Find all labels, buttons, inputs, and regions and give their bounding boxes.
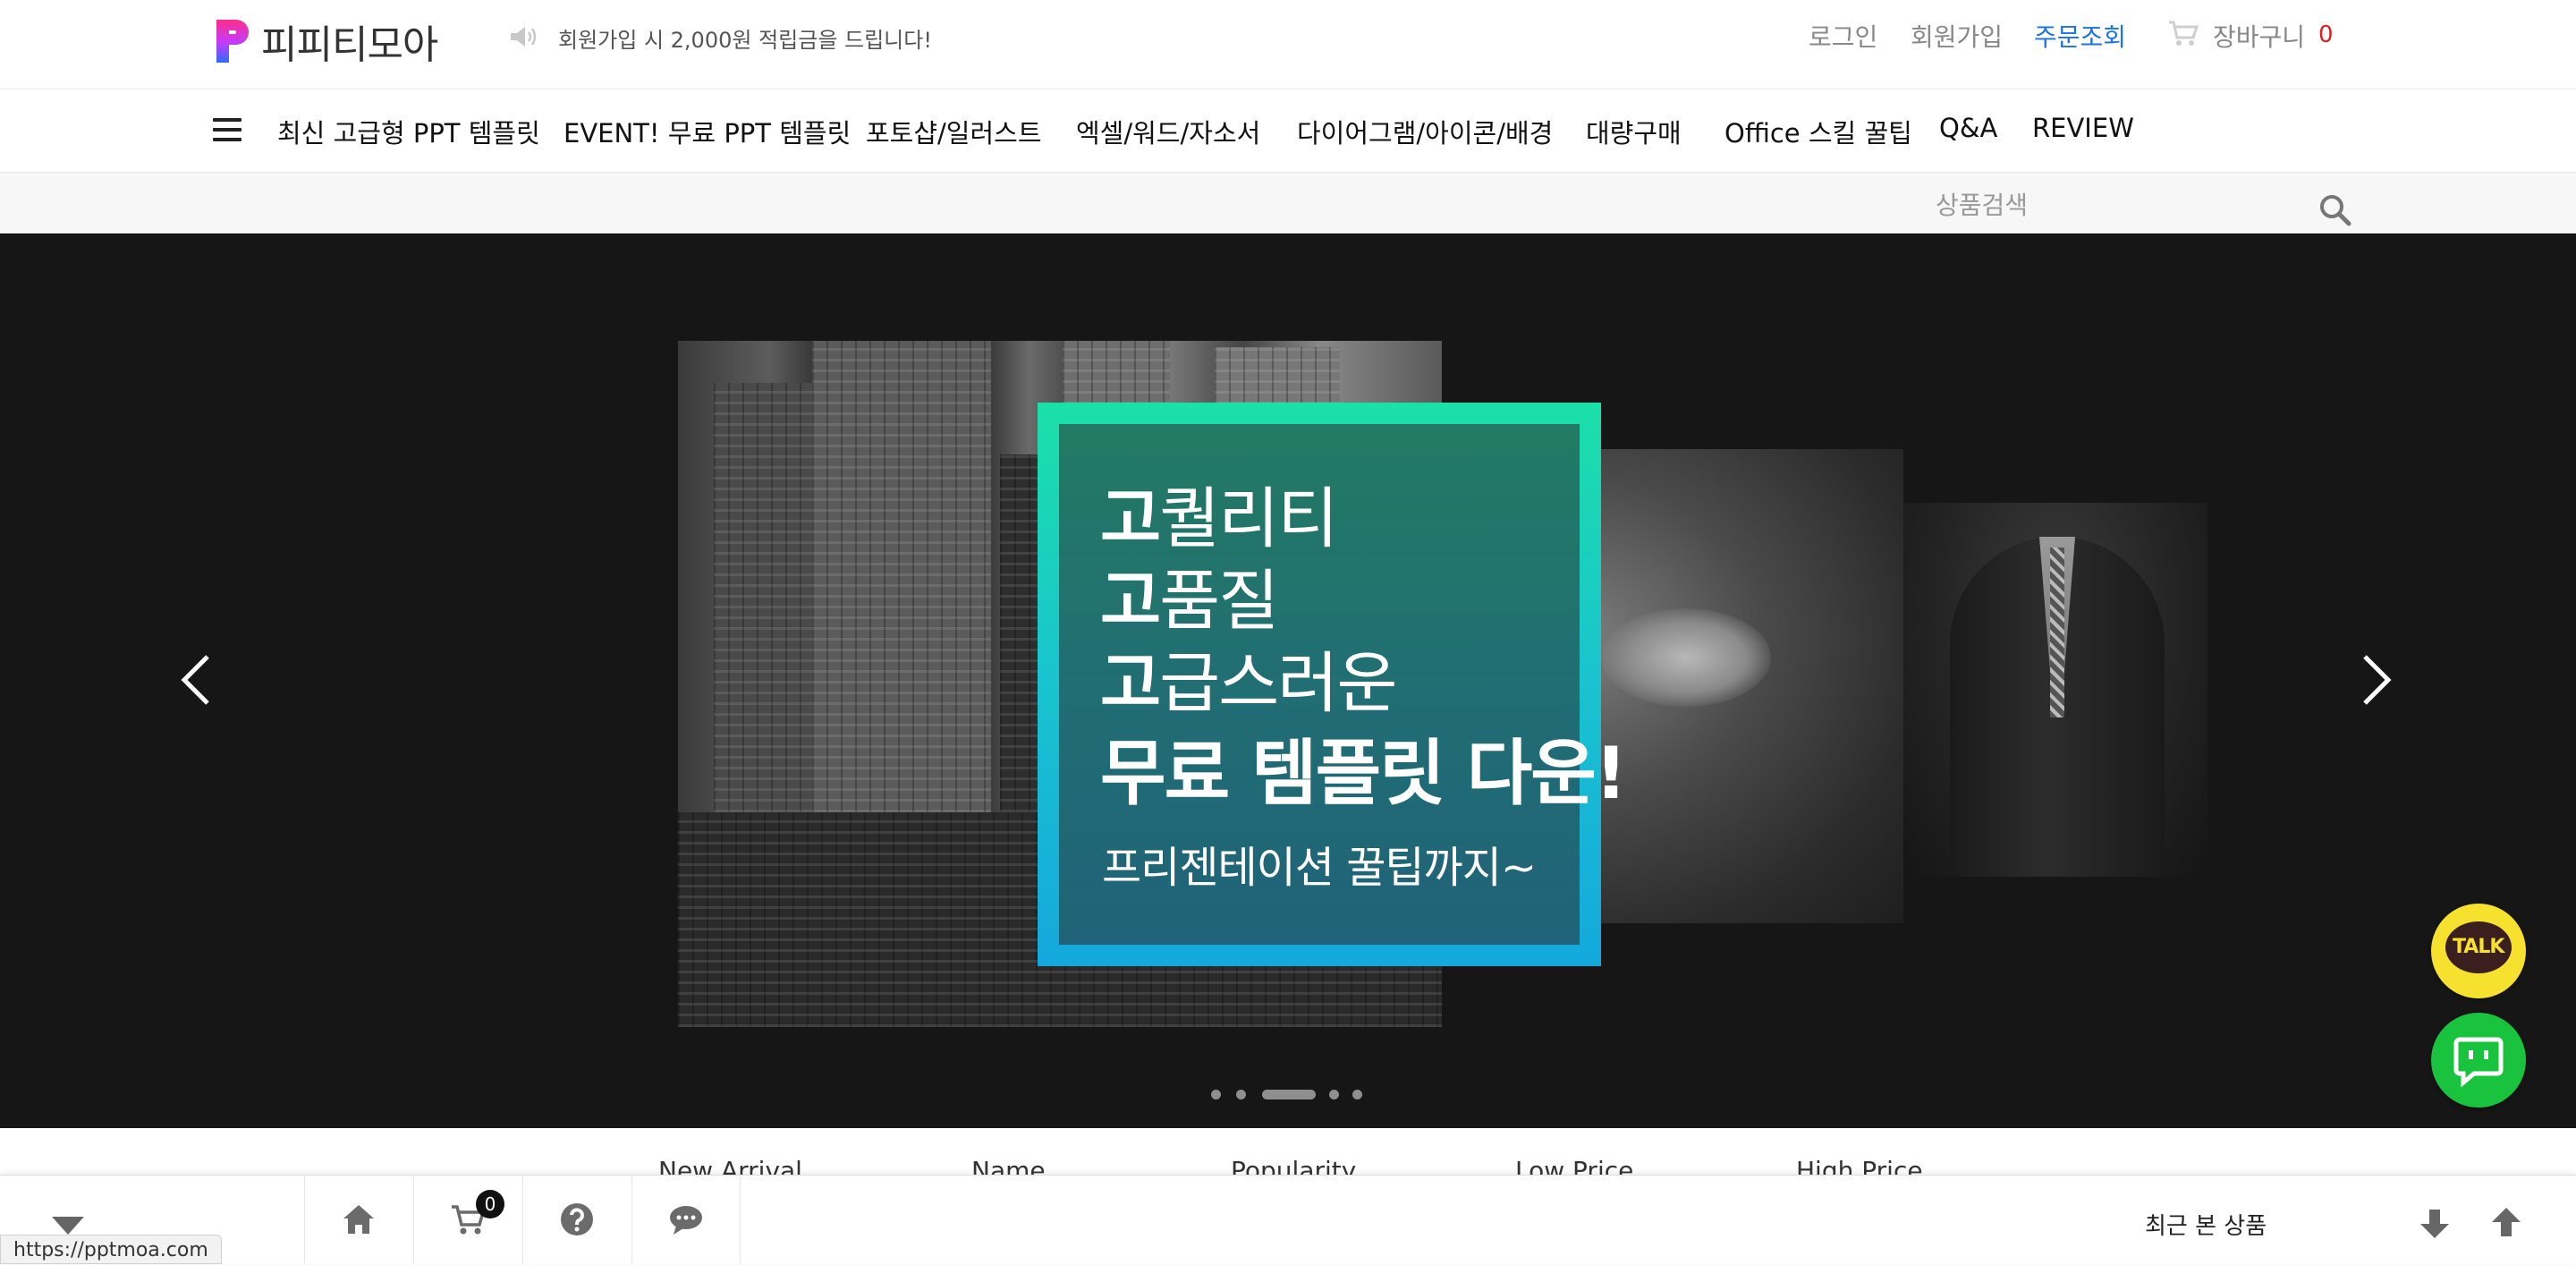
nav-item-premium-ppt[interactable]: 최신 고급형 PPT 템플릿 (277, 113, 540, 150)
next-slide-arrow-icon[interactable] (2360, 653, 2395, 707)
promo-headline: 무료 템플릿 다운! (1100, 732, 1627, 815)
nav-item-qna[interactable]: Q&A (1939, 113, 1997, 143)
bottom-home-button[interactable] (304, 1175, 413, 1264)
chatbot-icon (2453, 1037, 2504, 1088)
slide-dot-5[interactable] (1352, 1090, 1362, 1099)
handshake-hands (1601, 608, 1771, 707)
home-icon (343, 1205, 374, 1234)
nav-item-excel-word[interactable]: 엑셀/워드/자소서 (1076, 113, 1260, 150)
search-icon[interactable] (2318, 193, 2352, 227)
logo-icon[interactable] (215, 18, 250, 64)
help-icon (561, 1203, 593, 1235)
arrow-down-icon[interactable] (2417, 1206, 2453, 1242)
brand-name[interactable]: 피피티모아 (261, 13, 438, 70)
promo-line-2: 고품질 (1100, 563, 1279, 640)
cart-count-badge: 0 (2318, 21, 2334, 48)
signup-notice: 회원가입 시 2,000원 적립금을 드립니다! (558, 28, 932, 53)
nav-item-diagram-icon[interactable]: 다이어그램/아이콘/배경 (1297, 113, 1553, 150)
hamburger-menu-icon[interactable] (213, 118, 243, 145)
order-lookup-link[interactable]: 주문조회 (2034, 18, 2126, 54)
speaker-icon (511, 27, 537, 47)
nav-item-review[interactable]: REVIEW (2032, 113, 2134, 143)
nav-item-photoshop[interactable]: 포토샵/일러스트 (866, 113, 1042, 150)
slide-dot-2[interactable] (1236, 1090, 1246, 1099)
nav-item-bulk-purchase[interactable]: 대량구매 (1586, 113, 1682, 150)
promo-line-1: 고퀄리티 (1100, 480, 1338, 557)
businessman-tie (2050, 548, 2064, 717)
kakao-talk-label: TALK (2453, 936, 2504, 958)
login-link[interactable]: 로그인 (1809, 18, 1877, 54)
bottom-cart-button[interactable] (413, 1175, 522, 1264)
cart-icon[interactable] (2168, 20, 2199, 47)
nav-item-office-tips[interactable]: Office 스킬 꿀팁 (1724, 113, 1912, 150)
cart-link[interactable]: 장바구니 (2213, 18, 2305, 54)
slide-dot-1[interactable] (1211, 1090, 1221, 1099)
promo-subtitle: 프리젠테이션 꿀팁까지~ (1102, 843, 1537, 893)
slide-dot-4[interactable] (1329, 1090, 1339, 1099)
arrow-up-icon[interactable] (2488, 1204, 2524, 1240)
chat-icon (670, 1206, 702, 1235)
bottom-chat-button[interactable] (631, 1175, 741, 1264)
prev-slide-arrow-icon[interactable] (177, 653, 213, 707)
nav-item-event-free-ppt[interactable]: EVENT! 무료 PPT 템플릿 (564, 113, 851, 150)
search-input[interactable] (1936, 186, 2311, 224)
chat-button[interactable] (2431, 1013, 2526, 1108)
status-url: https://pptmoa.com (0, 1235, 222, 1264)
promo-line-3: 고급스러운 (1100, 645, 1397, 722)
slide-dot-3[interactable] (1262, 1090, 1316, 1099)
bottom-cart-count-badge: 0 (476, 1190, 504, 1218)
bottom-help-button[interactable] (522, 1175, 631, 1264)
recent-viewed-products[interactable]: 최근 본 상품 (2145, 1208, 2267, 1241)
join-link[interactable]: 회원가입 (1911, 18, 2003, 54)
